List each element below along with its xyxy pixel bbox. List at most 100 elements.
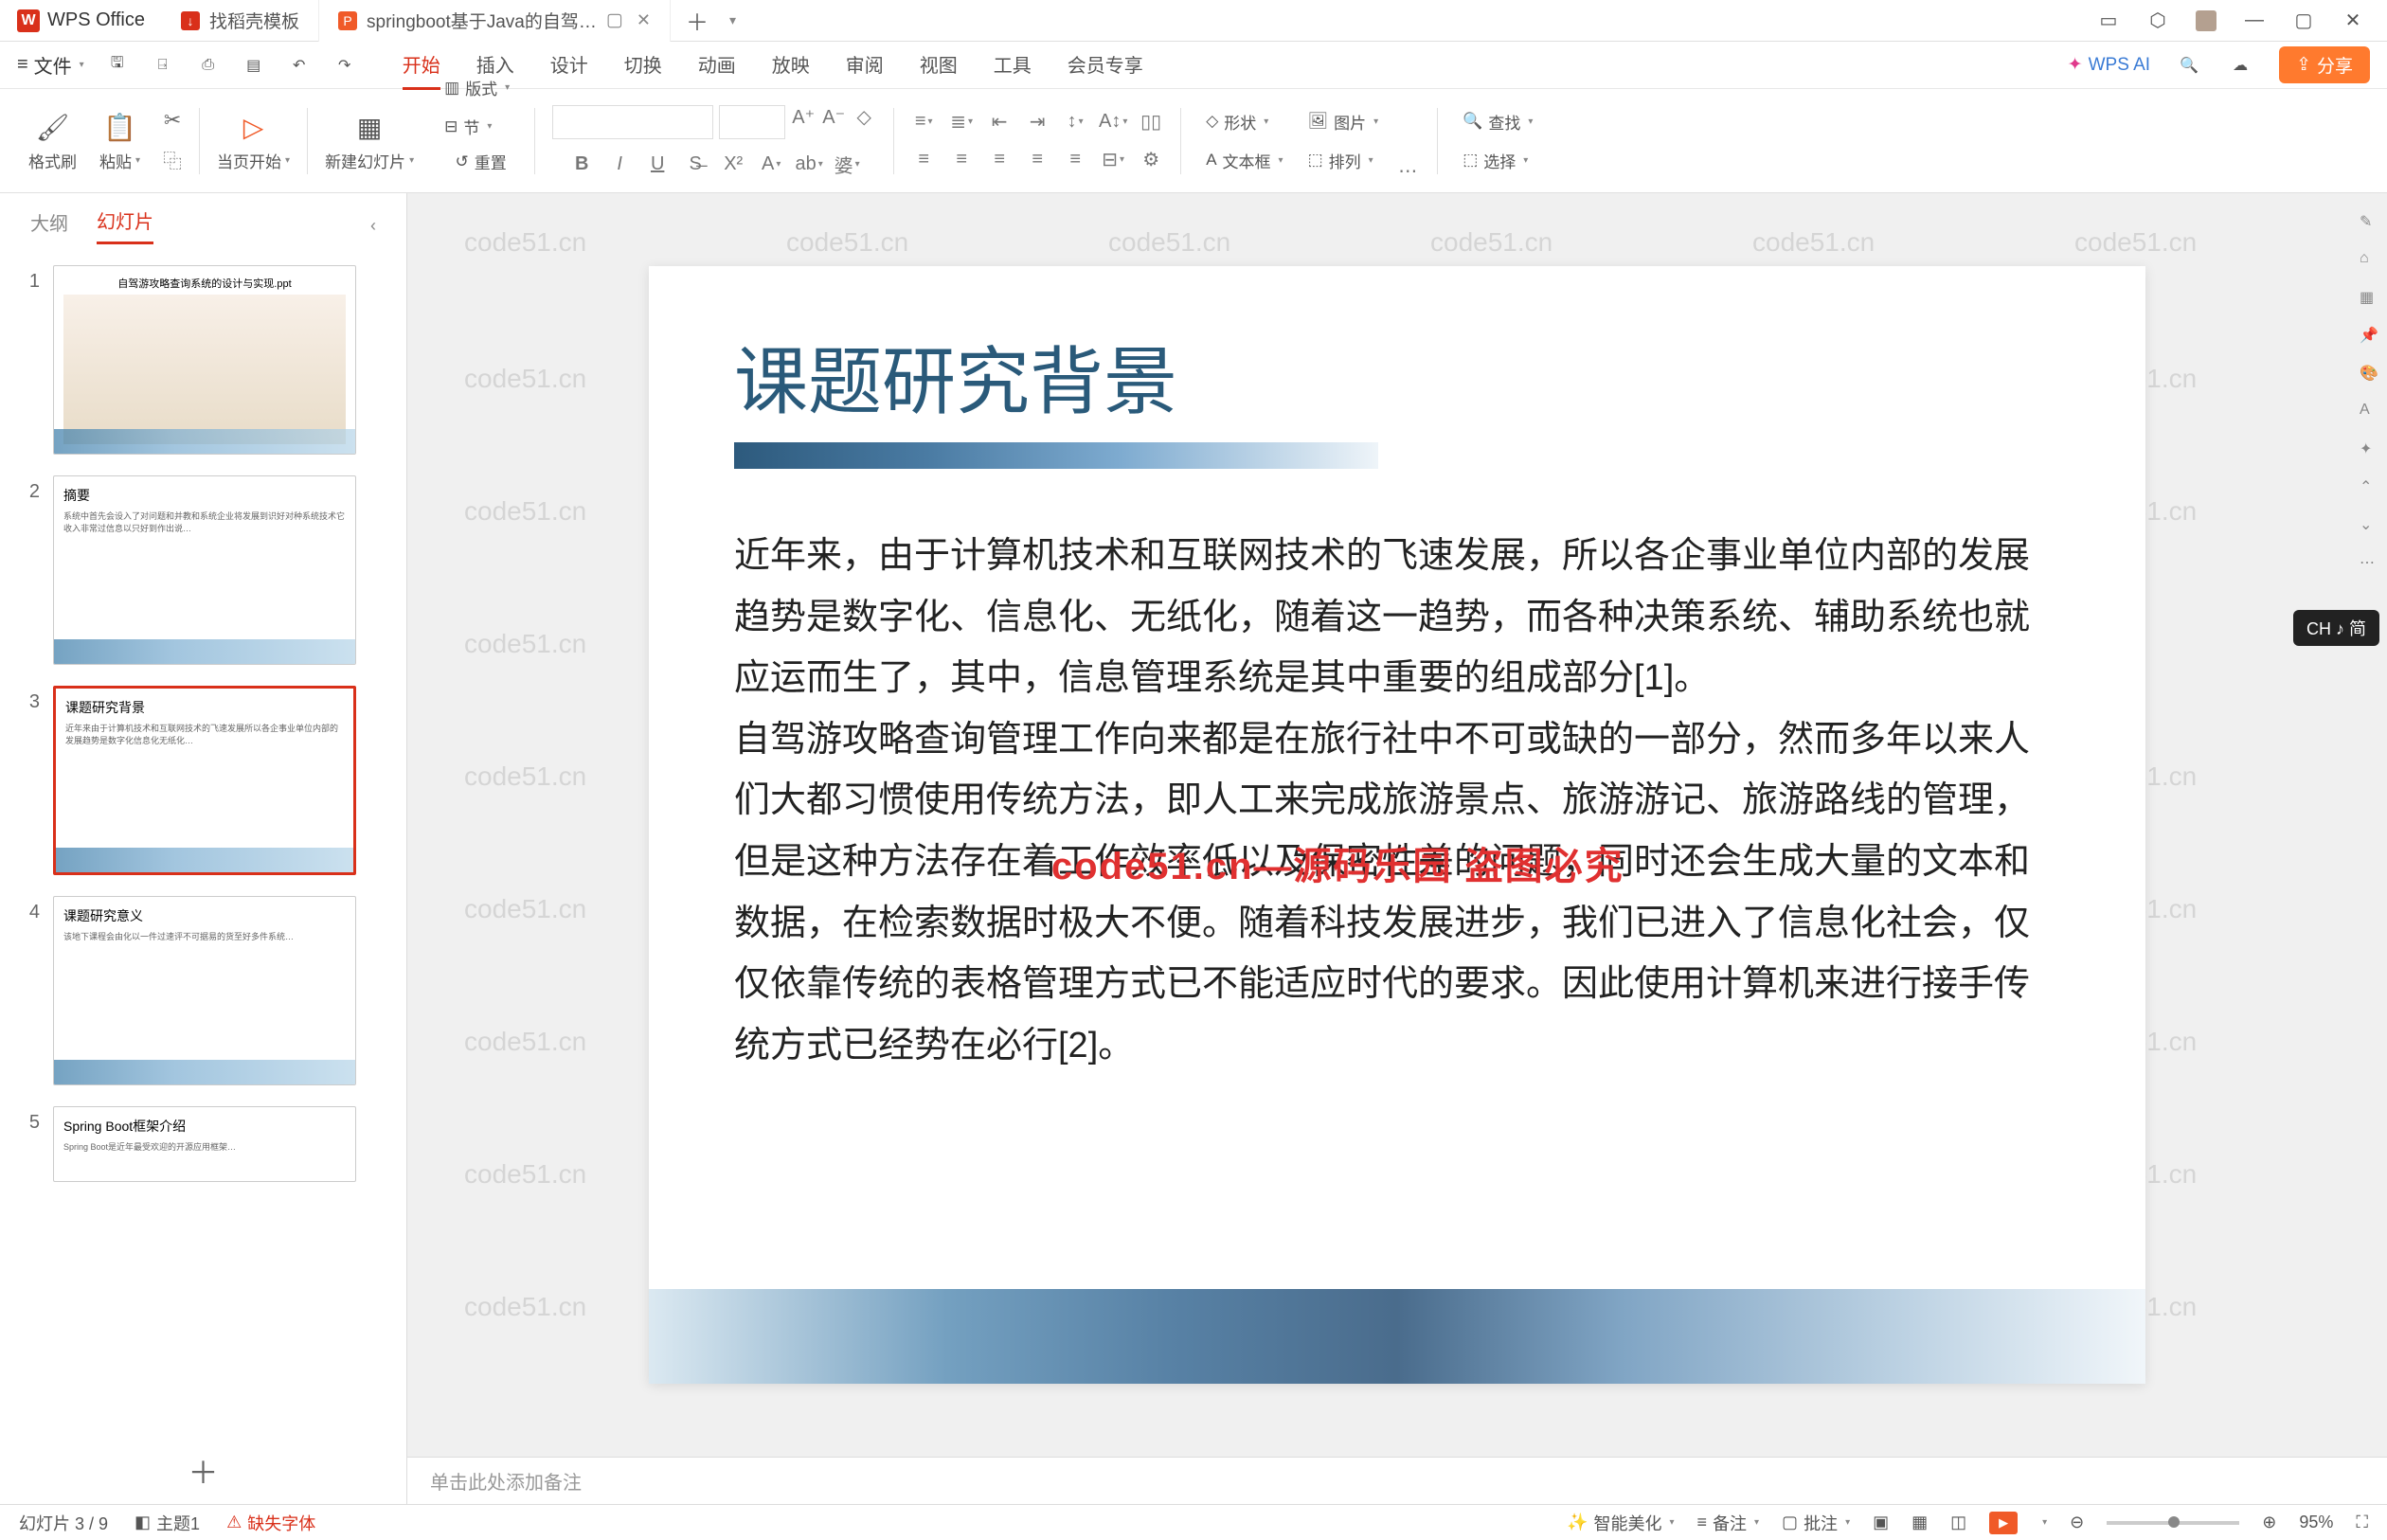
menu-tab-review[interactable]: 审阅 [846, 41, 884, 90]
decrease-font-icon[interactable]: A⁻ [821, 105, 846, 130]
rail-up-icon[interactable]: ⌃ [2360, 477, 2380, 498]
view-reading-icon[interactable]: ◫ [1950, 1513, 1966, 1532]
slide-counter[interactable]: 幻灯片 3 / 9 [19, 1511, 108, 1535]
thumb-preview[interactable]: 自驾游攻略查询系统的设计与实现.ppt [53, 265, 356, 455]
italic-icon[interactable]: I [607, 152, 632, 177]
more-insert-icon[interactable]: ⋯ [1395, 159, 1420, 184]
play-dropdown-icon[interactable]: ▾ [2042, 1517, 2047, 1528]
find-button[interactable]: 🔍查找▾ [1455, 106, 1540, 137]
cut-icon[interactable]: ✂ [164, 108, 181, 133]
indent-right-icon[interactable]: ⇥ [1025, 110, 1050, 134]
paste-group[interactable]: 📋 粘贴▾ [88, 98, 152, 184]
rail-pencil-icon[interactable]: ✎ [2360, 212, 2380, 233]
new-tab-button[interactable]: ＋ [671, 4, 724, 37]
avatar-icon[interactable] [2196, 10, 2216, 31]
tab-present-icon[interactable]: ▢ [606, 9, 623, 31]
highlight-icon[interactable]: ab▾ [797, 152, 821, 177]
share-button[interactable]: ⇪ 分享 [2279, 46, 2370, 83]
distribute-icon[interactable]: ≡ [1063, 148, 1087, 172]
zoom-handle[interactable] [2168, 1516, 2180, 1528]
collapse-panel-icon[interactable]: ‹ [370, 216, 376, 236]
menu-tab-animation[interactable]: 动画 [698, 41, 736, 90]
maximize-icon[interactable]: ▢ [2292, 9, 2315, 32]
comments-toggle[interactable]: ▢批注▾ [1782, 1511, 1850, 1535]
bold-icon[interactable]: B [569, 152, 594, 177]
tab-close-icon[interactable]: ✕ [637, 10, 651, 30]
theme-indicator[interactable]: ◧主题1 [135, 1511, 200, 1535]
slide-title[interactable]: 课题研究背景 [734, 323, 2060, 429]
notes-bar[interactable]: 单击此处添加备注 [407, 1457, 2387, 1504]
image-button[interactable]: 🖼图片▾ [1301, 106, 1387, 137]
clear-format-icon[interactable]: ◇ [852, 105, 876, 130]
thumbnail-list[interactable]: 1 自驾游攻略查询系统的设计与实现.ppt 2 摘要 系统中首先会设入了对问题和… [0, 258, 406, 1438]
menu-tab-slideshow[interactable]: 放映 [772, 41, 810, 90]
zoom-slider[interactable] [2107, 1521, 2239, 1525]
missing-font-warning[interactable]: ⚠缺失字体 [226, 1511, 315, 1535]
align-justify-icon[interactable]: ≡ [1025, 148, 1050, 172]
export-icon[interactable]: ⍈ [151, 53, 175, 78]
rail-effects-icon[interactable]: ✦ [2360, 439, 2380, 460]
align-left-icon[interactable]: ≡ [911, 148, 936, 172]
fit-window-icon[interactable]: ⛶ [2356, 1513, 2368, 1532]
select-button[interactable]: ⬚选择▾ [1455, 145, 1540, 176]
textbox-button[interactable]: A文本框▾ [1198, 145, 1290, 176]
tab-document[interactable]: P springboot基于Java的自驾… ▢ ✕ [319, 0, 671, 42]
font-color-icon[interactable]: A▾ [759, 152, 783, 177]
close-icon[interactable]: ✕ [2342, 9, 2364, 32]
align-center-icon[interactable]: ≡ [949, 148, 974, 172]
preview-icon[interactable]: ▤ [242, 53, 266, 78]
layout-button[interactable]: ▥版式▾ [437, 72, 517, 103]
redo-icon[interactable]: ↷ [332, 53, 357, 78]
reset-button[interactable]: ↺重置 [448, 146, 514, 177]
thumb-preview[interactable]: 课题研究背景 近年来由于计算机技术和互联网技术的飞速发展所以各企事业单位内部的发… [53, 686, 356, 875]
font-size-select[interactable] [719, 105, 785, 139]
font-name-select[interactable] [552, 105, 713, 139]
slideshow-play-button[interactable]: ▶ [1989, 1512, 2018, 1534]
window-layout-icon[interactable]: ▭ [2097, 9, 2120, 32]
print-icon[interactable]: ⎙ [196, 53, 221, 78]
slide-canvas[interactable]: code51.cn code51.cn code51.cn code51.cn … [407, 193, 2387, 1457]
rail-down-icon[interactable]: ⌄ [2360, 515, 2380, 536]
thumb-preview[interactable]: 课题研究意义 该地下课程会由化以一件过速评不可据易的货至好多件系统… [53, 896, 356, 1085]
cloud-sync-icon[interactable]: ☁ [2228, 53, 2252, 78]
change-case-icon[interactable]: 婆▾ [835, 152, 859, 177]
thumb-preview[interactable]: Spring Boot框架介绍 Spring Boot是近年最受欢迎的开源应用框… [53, 1106, 356, 1182]
zoom-level[interactable]: 95% [2299, 1513, 2333, 1532]
cube-icon[interactable]: ⬡ [2146, 9, 2169, 32]
tab-menu-dropdown[interactable]: ▾ [724, 12, 736, 28]
thumbnail-item[interactable]: 3 课题研究背景 近年来由于计算机技术和互联网技术的飞速发展所以各企事业单位内部… [17, 686, 389, 875]
view-normal-icon[interactable]: ▣ [1873, 1513, 1889, 1532]
columns-icon[interactable]: ▯▯ [1139, 110, 1163, 134]
zoom-out-icon[interactable]: ⊖ [2070, 1513, 2084, 1532]
beautify-button[interactable]: ✨智能美化▾ [1567, 1511, 1674, 1535]
copy-icon[interactable]: ⿻ [163, 146, 182, 173]
thumbnail-item[interactable]: 1 自驾游攻略查询系统的设计与实现.ppt [17, 265, 389, 455]
save-icon[interactable]: 🖫 [105, 53, 130, 78]
align-right-icon[interactable]: ≡ [987, 148, 1012, 172]
arrange-button[interactable]: ⬚排列▾ [1301, 145, 1387, 176]
thumbnail-item[interactable]: 2 摘要 系统中首先会设入了对问题和并教和系统企业将发展到识好对种系统技术它收入… [17, 475, 389, 665]
rail-palette-icon[interactable]: 🎨 [2360, 364, 2380, 385]
notes-toggle[interactable]: ≡备注▾ [1697, 1511, 1760, 1535]
new-slide-group[interactable]: ▦ 新建幻灯片▾ [314, 98, 425, 184]
slide-body[interactable]: 近年来，由于计算机技术和互联网技术的飞速发展，所以各企事业单位内部的发展趋势是数… [734, 526, 2060, 1076]
wps-ai-button[interactable]: ✦ WPS AI [2068, 54, 2150, 76]
menu-tab-tools[interactable]: 工具 [994, 41, 1032, 90]
undo-icon[interactable]: ↶ [287, 53, 312, 78]
rail-more-icon[interactable]: ⋯ [2360, 553, 2380, 574]
line-spacing-icon[interactable]: ↕▾ [1063, 110, 1087, 134]
section-button[interactable]: ⊟节▾ [437, 111, 517, 142]
slides-tab[interactable]: 幻灯片 [97, 206, 153, 244]
thumbnail-item[interactable]: 5 Spring Boot框架介绍 Spring Boot是近年最受欢迎的开源应… [17, 1106, 389, 1182]
outline-tab[interactable]: 大纲 [30, 208, 68, 243]
rail-grid-icon[interactable]: ▦ [2360, 288, 2380, 309]
menu-tab-design[interactable]: 设计 [550, 41, 588, 90]
search-icon[interactable]: 🔍 [2177, 53, 2201, 78]
from-current-group[interactable]: ▷ 当页开始▾ [206, 98, 301, 184]
shape-button[interactable]: ◇形状▾ [1198, 106, 1290, 137]
superscript-icon[interactable]: X² [721, 152, 745, 177]
slide[interactable]: 课题研究背景 近年来，由于计算机技术和互联网技术的飞速发展，所以各企事业单位内部… [649, 266, 2145, 1384]
menu-tab-transition[interactable]: 切换 [624, 41, 662, 90]
strike-icon[interactable]: S̶ [683, 152, 708, 177]
rail-pin-icon[interactable]: 📌 [2360, 326, 2380, 347]
